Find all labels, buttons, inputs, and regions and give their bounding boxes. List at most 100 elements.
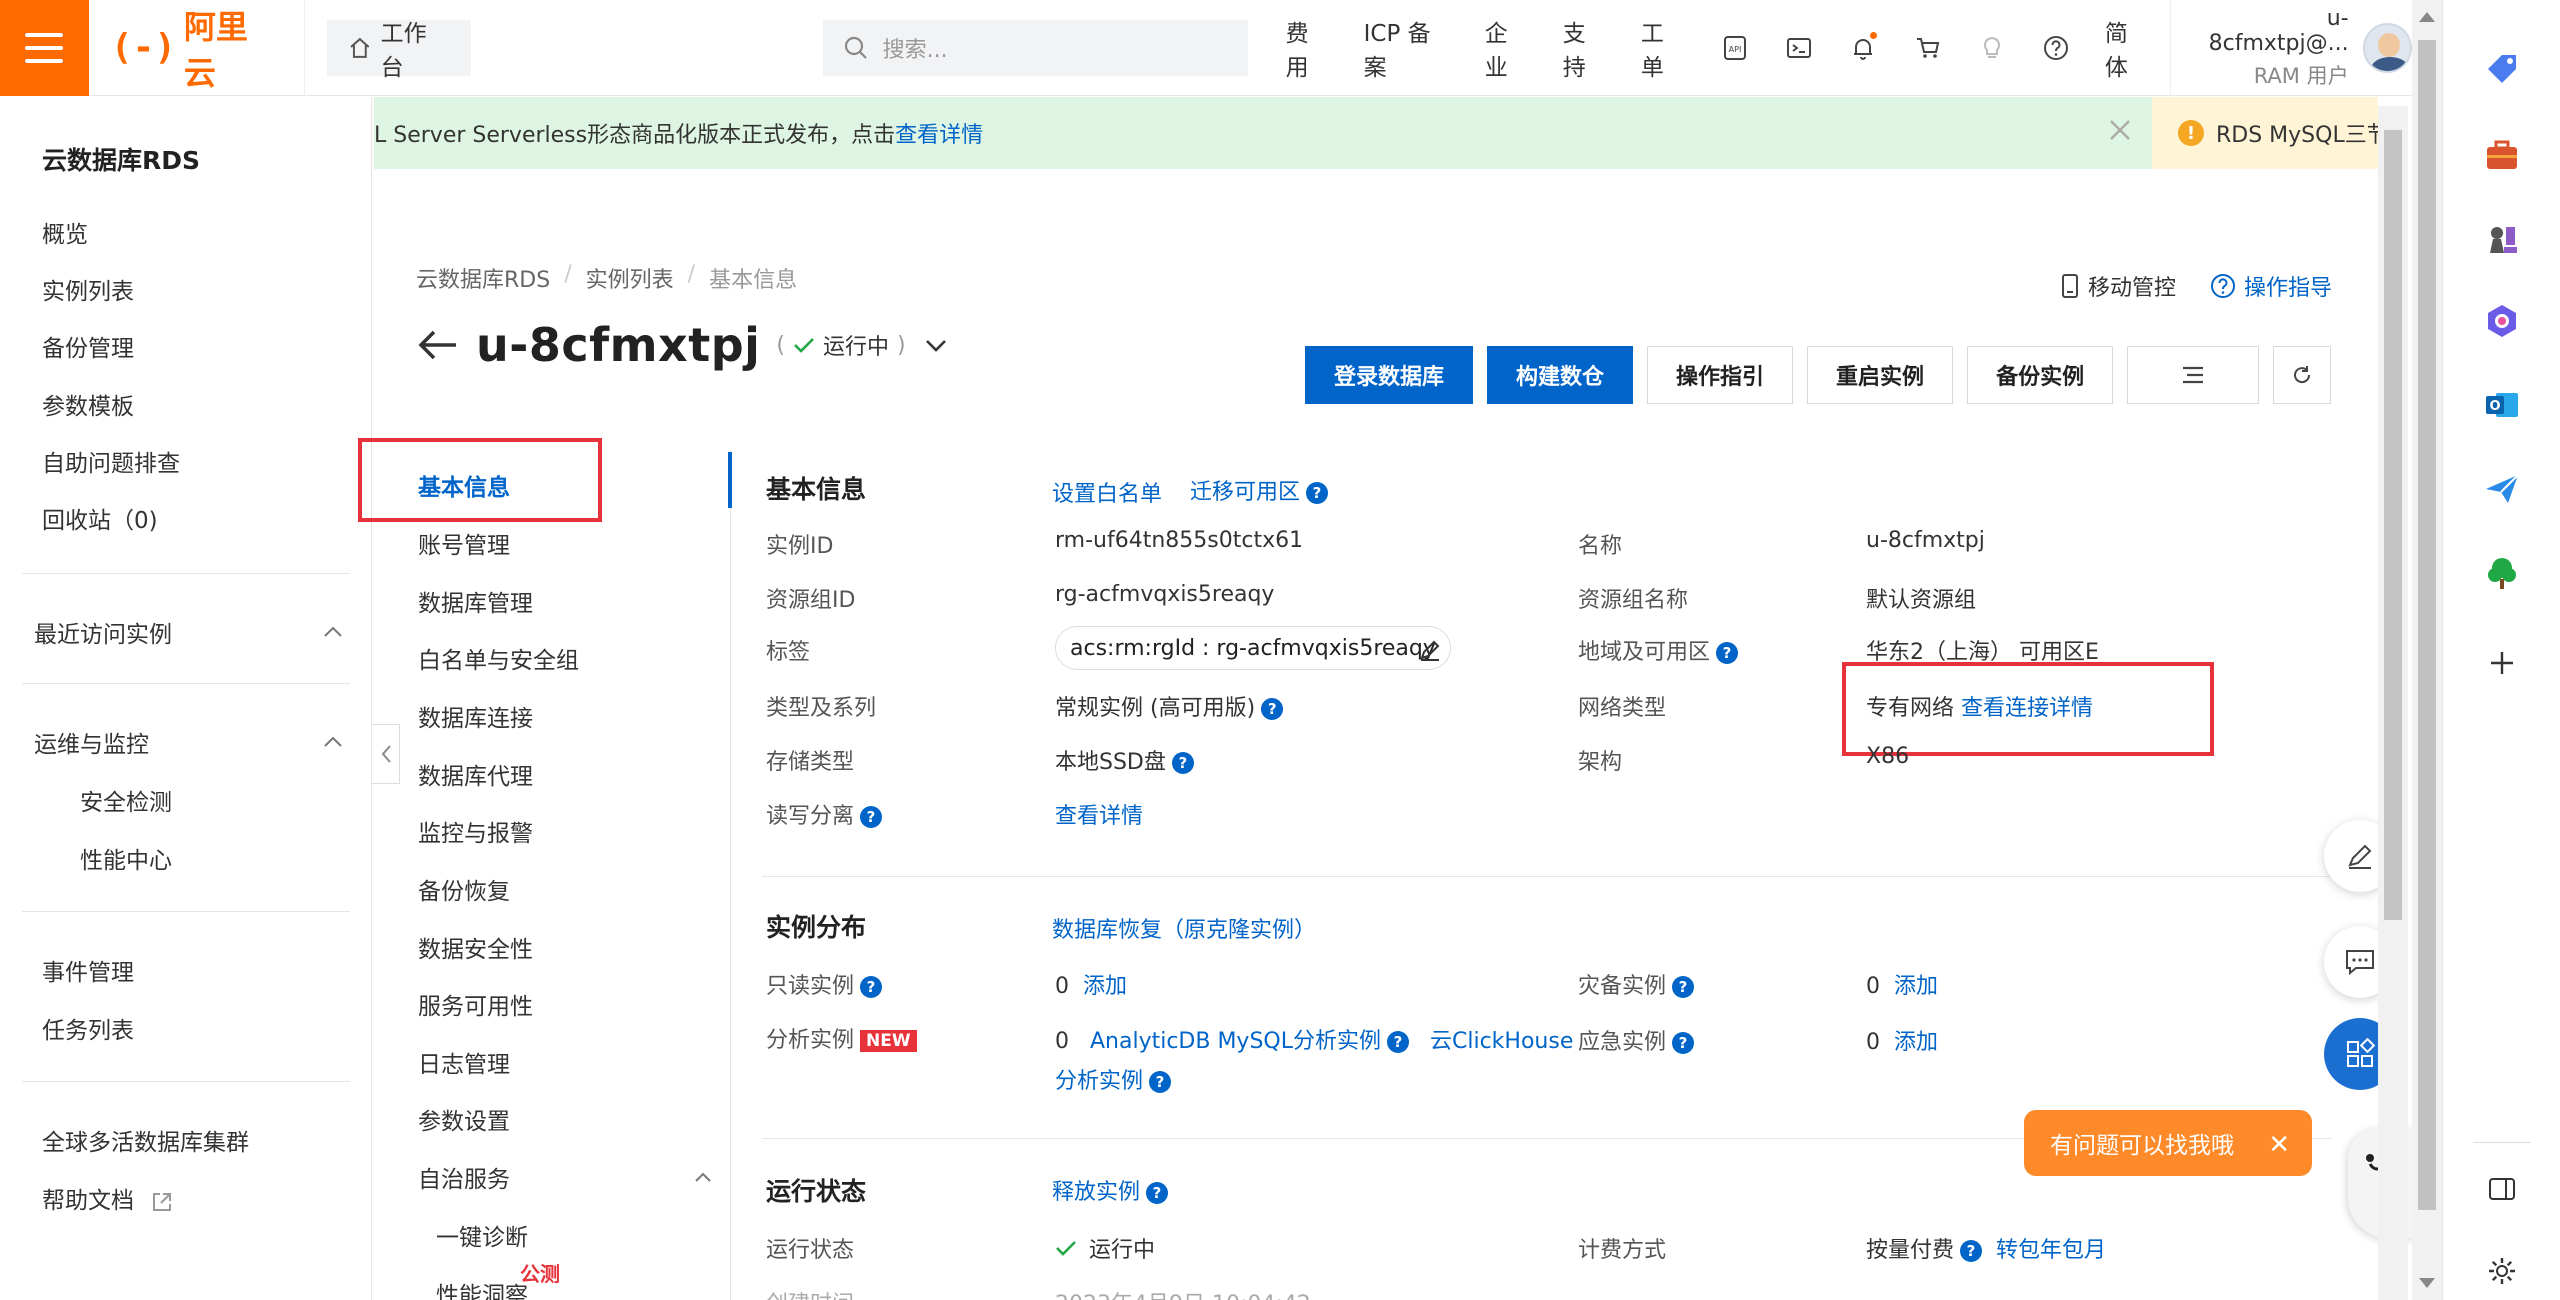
db-restore-link[interactable]: 数据库恢复（原克隆实例）: [1052, 912, 1316, 944]
subnav-monitoring[interactable]: 监控与报警: [418, 814, 533, 848]
close-icon[interactable]: ✕: [2268, 1130, 2290, 1160]
subnav-backup-restore[interactable]: 备份恢复: [418, 872, 510, 906]
page-scroll-thumb[interactable]: [2418, 40, 2436, 1210]
op-guide-button[interactable]: 操作指引: [1647, 346, 1794, 404]
sidebar-item-instances[interactable]: 实例列表: [42, 272, 134, 306]
nav-enterprise[interactable]: 企业: [1485, 14, 1530, 82]
content-scroll-thumb[interactable]: [2384, 130, 2402, 920]
sidebar-item-security-check[interactable]: 安全检测: [80, 783, 172, 817]
api-icon[interactable]: API: [1719, 32, 1750, 64]
nav-support[interactable]: 支持: [1563, 14, 1608, 82]
help-icon[interactable]: ?: [1960, 1240, 1983, 1262]
sidebar-item-recycle-bin[interactable]: 回收站（0): [42, 501, 158, 535]
avatar[interactable]: [2362, 22, 2412, 73]
sidebar-item-backup[interactable]: 备份管理: [42, 329, 134, 363]
nav-icp[interactable]: ICP 备案: [1364, 14, 1452, 82]
scroll-up-arrow-icon[interactable]: [2419, 12, 2435, 22]
backup-instance-button[interactable]: 备份实例: [1967, 346, 2114, 404]
build-warehouse-button[interactable]: 构建数仓: [1487, 346, 1634, 404]
subnav-data-security[interactable]: 数据安全性: [418, 930, 533, 964]
secondary-banner[interactable]: ! RDS MySQL三节点: [2152, 97, 2378, 169]
menu-icon[interactable]: [0, 0, 89, 96]
refresh-button[interactable]: [2273, 346, 2332, 404]
migrate-zone-link[interactable]: 迁移可用区?: [1190, 474, 1329, 506]
subnav-availability[interactable]: 服务可用性: [418, 987, 533, 1021]
add-icon[interactable]: [2479, 640, 2525, 686]
add-readonly-link[interactable]: 添加: [1083, 974, 1127, 999]
add-dr-link[interactable]: 添加: [1894, 974, 1938, 999]
copilot-icon[interactable]: [2479, 298, 2525, 344]
subnav-db-proxy[interactable]: 数据库代理: [418, 757, 533, 791]
subnav-one-click-diagnosis[interactable]: 一键诊断: [436, 1218, 528, 1252]
scroll-down-arrow-icon[interactable]: [2419, 1278, 2435, 1288]
clickhouse-link-line2[interactable]: 分析实例: [1055, 1069, 1143, 1094]
sidebar-group-ops[interactable]: 运维与监控: [34, 725, 344, 759]
chevron-down-icon[interactable]: [924, 337, 948, 353]
bell-icon[interactable]: [1848, 31, 1879, 64]
briefcase-icon[interactable]: [2479, 132, 2525, 178]
edit-icon[interactable]: [1418, 638, 1442, 662]
help-icon[interactable]: ?: [1146, 1182, 1169, 1204]
help-icon[interactable]: ?: [860, 806, 883, 828]
help-icon[interactable]: ?: [1261, 698, 1284, 720]
send-icon[interactable]: [2479, 466, 2525, 512]
rw-split-details-link[interactable]: 查看详情: [1055, 798, 1143, 830]
set-whitelist-link[interactable]: 设置白名单: [1052, 476, 1162, 508]
convert-subscription-link[interactable]: 转包年包月: [1996, 1238, 2106, 1263]
nav-fees[interactable]: 费用: [1286, 14, 1331, 82]
more-menu-button[interactable]: [2127, 346, 2260, 404]
back-arrow-icon[interactable]: [416, 328, 458, 362]
language-switch[interactable]: 简体: [2105, 14, 2150, 82]
workbench-button[interactable]: 工作台: [326, 19, 471, 81]
subnav-params[interactable]: 参数设置: [418, 1102, 510, 1136]
subnav-autonomy[interactable]: 自治服务: [418, 1160, 712, 1194]
sidebar-item-perf-center[interactable]: 性能中心: [80, 841, 172, 875]
subnav-whitelist[interactable]: 白名单与安全组: [418, 641, 579, 675]
sidebar-item-help-docs[interactable]: 帮助文档: [42, 1181, 173, 1215]
breadcrumb-rds[interactable]: 云数据库RDS: [416, 262, 550, 294]
chess-icon[interactable]: [2479, 216, 2525, 262]
help-icon[interactable]: ?: [1149, 1071, 1172, 1093]
global-search-input[interactable]: 搜索...: [822, 19, 1248, 76]
sidebar-toggle-icon[interactable]: [2479, 1166, 2525, 1212]
adb-mysql-link[interactable]: AnalyticDB MySQL分析实例: [1090, 1029, 1381, 1054]
help-icon[interactable]: ?: [860, 976, 883, 998]
page-scrollbar[interactable]: [2412, 0, 2442, 1300]
collapse-sidebar-button[interactable]: [372, 724, 400, 784]
help-icon[interactable]: ?: [1672, 976, 1695, 998]
op-guide-link[interactable]: 操作指导: [2210, 270, 2332, 302]
user-menu[interactable]: u-8cfmxtpj@... RAM 用户: [2169, 0, 2412, 96]
clickhouse-link[interactable]: 云ClickHouse: [1430, 1029, 1573, 1054]
subnav-perf-insight[interactable]: 性能洞察: [436, 1276, 528, 1300]
close-icon[interactable]: [2102, 112, 2138, 148]
sidebar-item-param-templates[interactable]: 参数模板: [42, 387, 134, 421]
outlook-icon[interactable]: O: [2479, 382, 2525, 428]
tree-icon[interactable]: [2479, 550, 2525, 596]
cart-icon[interactable]: [1912, 32, 1943, 64]
sidebar-group-recent[interactable]: 最近访问实例: [34, 615, 344, 649]
add-emergency-link[interactable]: 添加: [1894, 1030, 1938, 1055]
sidebar-item-global-cluster[interactable]: 全球多活数据库集群: [42, 1123, 249, 1157]
aliyun-logo[interactable]: (-) 阿里云: [89, 0, 305, 96]
sidebar-item-overview[interactable]: 概览: [42, 215, 88, 249]
help-icon[interactable]: ?: [1716, 642, 1739, 664]
content-scrollbar[interactable]: [2378, 106, 2408, 1300]
help-icon[interactable]: ?: [1306, 482, 1329, 504]
restart-instance-button[interactable]: 重启实例: [1807, 346, 1954, 404]
subnav-logs[interactable]: 日志管理: [418, 1045, 510, 1079]
settings-gear-icon[interactable]: [2479, 1248, 2525, 1294]
tag-icon[interactable]: [2479, 46, 2525, 92]
terminal-icon[interactable]: [1783, 32, 1814, 64]
subnav-accounts[interactable]: 账号管理: [418, 526, 510, 560]
lightbulb-icon[interactable]: [1976, 32, 2007, 64]
help-icon[interactable]: ?: [1171, 752, 1194, 774]
mobile-control-link[interactable]: 移动管控: [2060, 270, 2176, 302]
release-instance-link[interactable]: 释放实例?: [1052, 1174, 1169, 1206]
subnav-databases[interactable]: 数据库管理: [418, 584, 533, 618]
sidebar-item-tasks[interactable]: 任务列表: [42, 1011, 134, 1045]
sidebar-item-self-diagnosis[interactable]: 自助问题排查: [42, 444, 180, 478]
help-icon[interactable]: ?: [1672, 1032, 1695, 1054]
nav-ticket[interactable]: 工单: [1641, 14, 1686, 82]
breadcrumb-instances[interactable]: 实例列表: [586, 262, 674, 294]
help-icon[interactable]: [2041, 32, 2072, 64]
